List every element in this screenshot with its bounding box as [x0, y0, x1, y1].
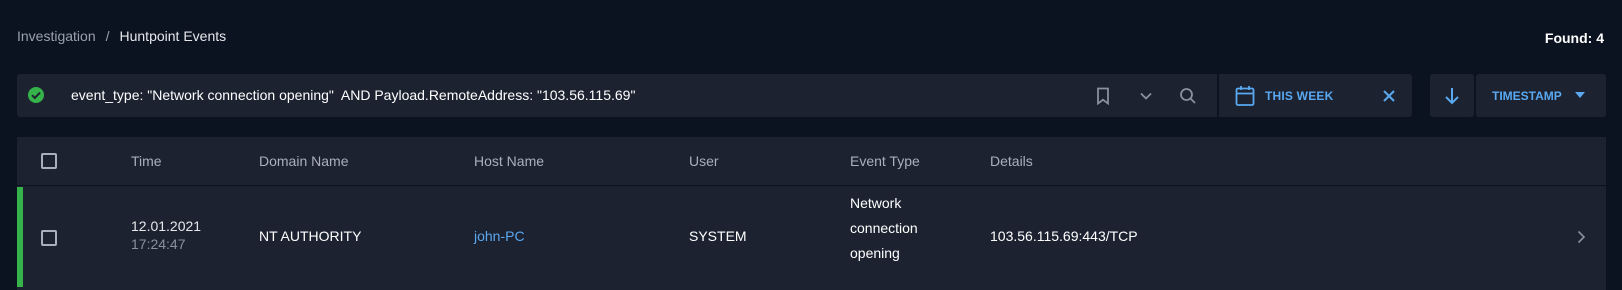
- breadcrumb-investigation-link[interactable]: Investigation: [17, 28, 96, 44]
- row-user: SYSTEM: [689, 228, 747, 244]
- caret-down-icon: [1575, 92, 1585, 98]
- row-event-type-line: opening: [850, 245, 900, 261]
- arrow-down-icon: [1445, 87, 1459, 104]
- top-bar: Investigation / Huntpoint Events Found: …: [0, 0, 1622, 72]
- column-header-host-name[interactable]: Host Name: [474, 153, 544, 169]
- row-details: 103.56.115.69:443/TCP: [990, 228, 1138, 244]
- bookmark-icon[interactable]: [1091, 84, 1115, 108]
- row-event-type: Network connection opening: [850, 191, 960, 266]
- search-divider: [1217, 74, 1219, 117]
- column-header-time[interactable]: Time: [131, 153, 162, 169]
- column-header-user[interactable]: User: [689, 153, 719, 169]
- row-event-type-line: Network: [850, 195, 902, 211]
- select-all-checkbox[interactable]: [41, 153, 57, 169]
- chevron-down-icon[interactable]: [1134, 84, 1158, 108]
- breadcrumb-current: Huntpoint Events: [119, 28, 227, 44]
- table-row[interactable]: 12.01.2021 17:24:47 NT AUTHORITY john-PC…: [17, 187, 1606, 290]
- breadcrumb: Investigation / Huntpoint Events: [17, 28, 226, 44]
- row-event-type-line: connection: [850, 220, 918, 236]
- close-icon[interactable]: [1379, 86, 1399, 106]
- row-time: 17:24:47: [131, 236, 186, 252]
- row-checkbox[interactable]: [41, 230, 57, 246]
- query-bar: event_type: "Network connection opening"…: [17, 74, 1412, 117]
- column-header-domain-name[interactable]: Domain Name: [259, 153, 348, 169]
- date-range-label: THIS WEEK: [1265, 89, 1334, 103]
- breadcrumb-separator: /: [105, 28, 110, 44]
- results-count: Found: 4: [1545, 30, 1604, 46]
- events-table: Time Domain Name Host Name User Event Ty…: [17, 137, 1606, 290]
- table-header: Time Domain Name Host Name User Event Ty…: [17, 137, 1606, 186]
- check-circle-icon: [28, 87, 44, 103]
- search-icon[interactable]: [1176, 84, 1200, 108]
- query-input[interactable]: event_type: "Network connection opening"…: [71, 87, 635, 103]
- chevron-right-icon[interactable]: [1574, 230, 1588, 244]
- results-count-label: Found:: [1544, 30, 1593, 46]
- row-host-name-link[interactable]: john-PC: [474, 228, 525, 244]
- date-range-picker[interactable]: THIS WEEK: [1235, 83, 1333, 109]
- row-domain-name: NT AUTHORITY: [259, 228, 362, 244]
- column-header-event-type[interactable]: Event Type: [850, 153, 920, 169]
- results-count-value: 4: [1596, 30, 1604, 46]
- calendar-icon: [1235, 86, 1255, 106]
- column-header-details[interactable]: Details: [990, 153, 1033, 169]
- sort-field-label: TIMESTAMP: [1492, 88, 1562, 103]
- sort-direction-button[interactable]: [1430, 74, 1474, 117]
- row-status-indicator: [17, 187, 23, 287]
- row-date: 12.01.2021: [131, 218, 202, 234]
- sort-field-select[interactable]: TIMESTAMP: [1476, 74, 1606, 117]
